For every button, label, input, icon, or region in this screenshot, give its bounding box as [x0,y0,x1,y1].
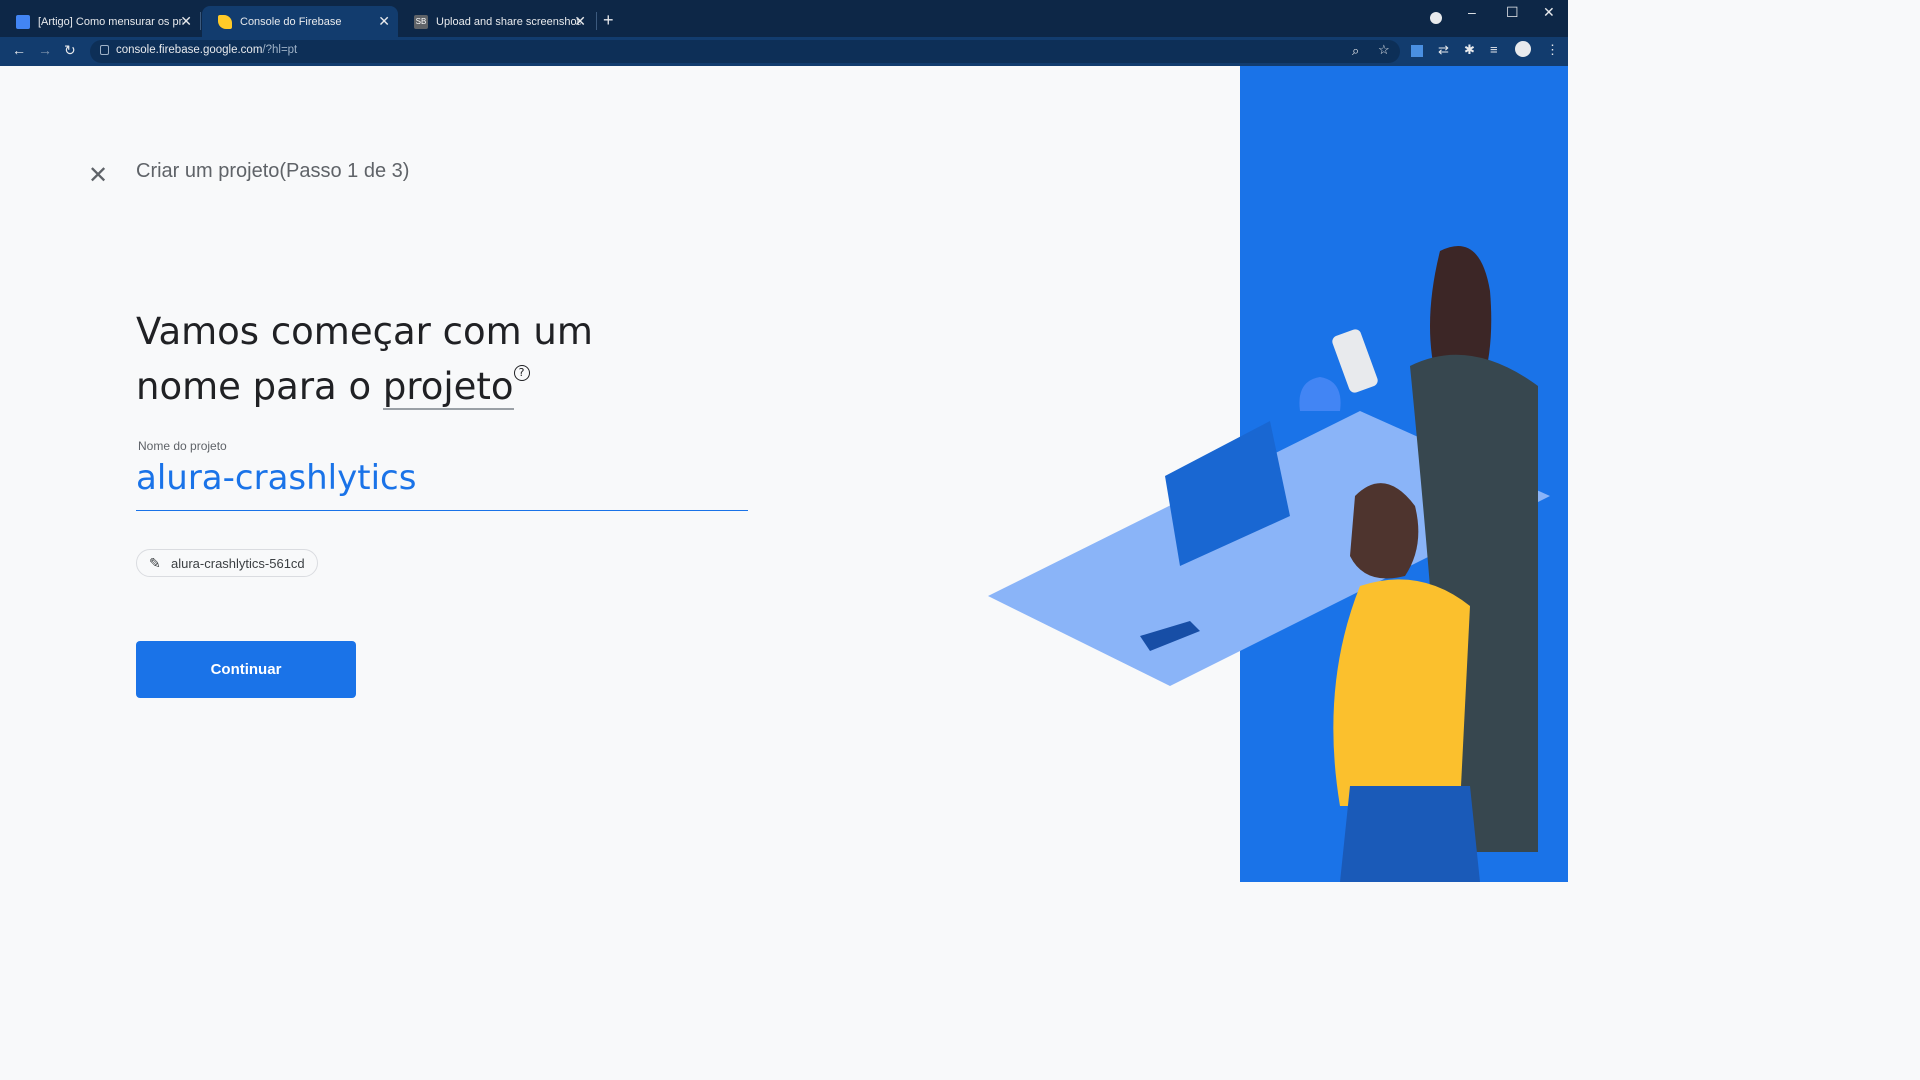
close-tab-icon[interactable]: ✕ [180,13,192,29]
firebase-icon [218,14,232,29]
reload-icon[interactable]: ↻ [64,42,76,59]
tab-artigo[interactable]: [Artigo] Como mensurar os probl ✕ [0,6,200,37]
close-icon[interactable]: ✕ [88,161,108,190]
address-bar[interactable]: console.firebase.google.com/?hl=pt ⌕ ☆ [90,40,1400,63]
zoom-icon[interactable]: ⌕ [1352,43,1359,59]
tab-title: [Artigo] Como mensurar os probl [38,15,183,28]
projeto-link[interactable]: projeto [382,365,514,410]
woman-legs-illustration [1340,786,1480,882]
back-icon[interactable]: ← [12,42,26,58]
illustration [988,246,1550,882]
project-name-label: Nome do projeto [138,439,227,453]
maximize-button[interactable]: ☐ [1506,4,1519,21]
bookmark-star-icon[interactable]: ☆ [1378,42,1390,58]
project-name-input[interactable]: alura-crashlytics [136,458,748,511]
tab-title: Upload and share screenshots an [436,15,581,28]
toolbar: ← → ↻ console.firebase.google.com/?hl=pt… [0,37,1568,66]
reading-list-icon[interactable]: ≡ [1490,42,1498,57]
docs-icon [16,14,30,29]
url-text: console.firebase.google.com/?hl=pt [116,44,298,56]
close-tab-icon[interactable]: ✕ [378,13,390,29]
cup-illustration [1299,377,1341,411]
tab-firebase[interactable]: Console do Firebase ✕ [202,6,398,37]
project-id-chip[interactable]: ✎ alura-crashlytics-561cd [136,549,318,577]
tab-upload[interactable]: SB Upload and share screenshots an ✕ [398,6,594,37]
help-icon[interactable]: ? [513,365,530,381]
lock-icon [100,45,109,55]
phone-hand-illustration [1332,329,1378,393]
minimize-button[interactable]: – [1468,4,1476,20]
translate-icon[interactable]: ⇄ [1438,42,1449,58]
step-title: Criar um projeto(Passo 1 de 3) [136,160,410,182]
continue-button[interactable]: Continuar [136,641,356,698]
tab-title: Console do Firebase [240,15,342,28]
tab-search-icon[interactable] [1430,12,1442,24]
pencil-icon: ✎ [149,554,161,571]
forward-icon[interactable]: → [38,42,52,58]
profile-avatar[interactable] [1515,41,1531,57]
page-heading: Vamos começar com um nome para o projeto… [136,310,593,410]
menu-icon[interactable]: ⋮ [1546,42,1559,58]
page-content: ✕ Criar um projeto(Passo 1 de 3) Vamos c… [0,66,1568,882]
extension-icon[interactable] [1411,45,1423,57]
sb-icon: SB [414,14,428,29]
extensions-puzzle-icon[interactable]: ✱ [1464,42,1475,58]
project-id-text: alura-crashlytics-561cd [171,555,305,571]
new-tab-button[interactable]: + [603,10,614,30]
tab-strip: [Artigo] Como mensurar os probl ✕ Consol… [0,0,1568,37]
close-tab-icon[interactable]: ✕ [574,13,586,29]
close-window-button[interactable]: ✕ [1543,4,1555,21]
browser-chrome: [Artigo] Como mensurar os probl ✕ Consol… [0,0,1568,66]
woman-body-illustration [1333,579,1470,806]
